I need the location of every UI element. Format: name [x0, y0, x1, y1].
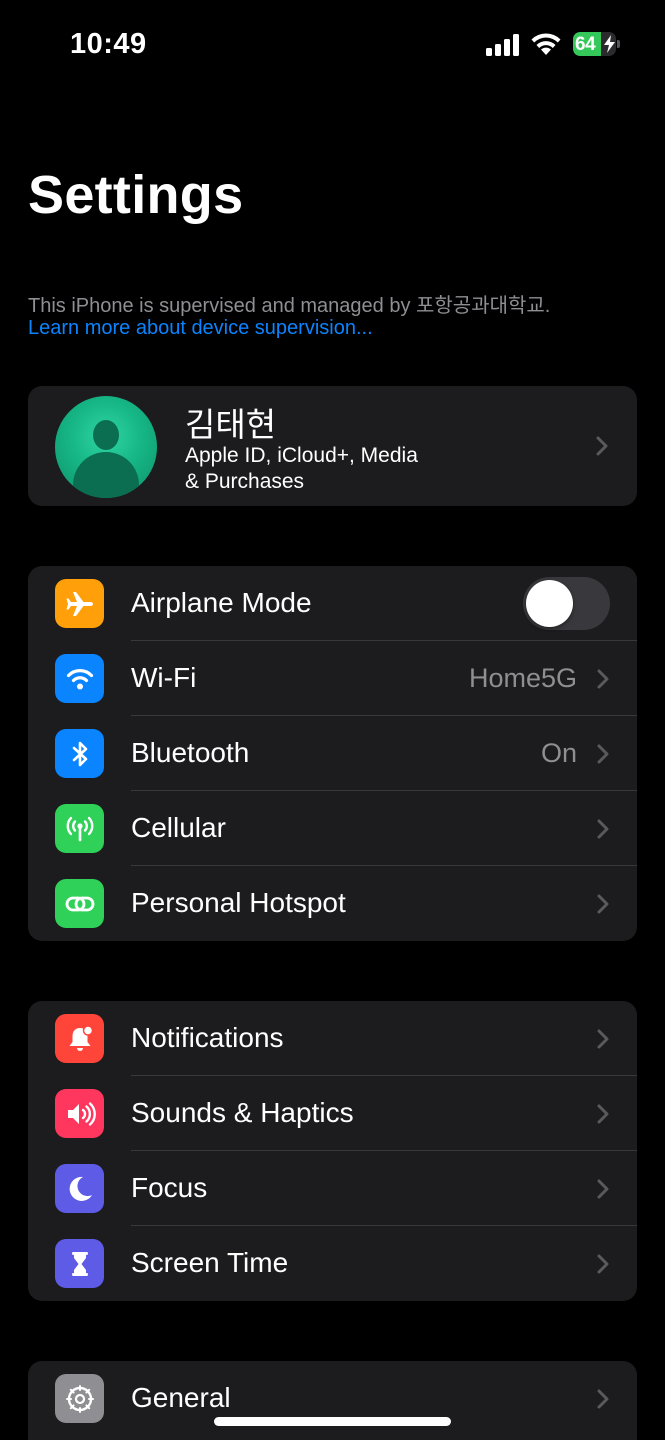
bluetooth-row[interactable]: Bluetooth On — [28, 716, 637, 791]
general-label: General — [131, 1382, 231, 1413]
chevron-right-icon — [597, 1179, 609, 1199]
wifi-icon — [55, 654, 104, 703]
apple-id-profile-row[interactable]: 김태현 Apple ID, iCloud+, Media & Purchases — [28, 386, 637, 506]
airplane-mode-label: Airplane Mode — [131, 587, 312, 618]
screen-time-row[interactable]: Screen Time — [28, 1226, 637, 1301]
battery-level: 64 — [575, 34, 596, 55]
sounds-haptics-label: Sounds & Haptics — [131, 1097, 354, 1128]
notifications-label: Notifications — [131, 1022, 284, 1053]
chevron-right-icon — [597, 1029, 609, 1049]
airplane-mode-toggle[interactable] — [523, 577, 610, 630]
wifi-row[interactable]: Wi-Fi Home5G — [28, 641, 637, 716]
charging-bolt-icon — [604, 35, 615, 53]
personal-hotspot-label: Personal Hotspot — [131, 887, 346, 918]
chevron-right-icon — [596, 436, 608, 456]
personal-hotspot-row[interactable]: Personal Hotspot — [28, 866, 637, 941]
focus-row[interactable]: Focus — [28, 1151, 637, 1226]
airplane-icon — [55, 579, 104, 628]
airplane-mode-row: Airplane Mode — [28, 566, 637, 641]
cellular-label: Cellular — [131, 812, 226, 843]
sounds-haptics-row[interactable]: Sounds & Haptics — [28, 1076, 637, 1151]
bluetooth-icon — [55, 729, 104, 778]
chevron-right-icon — [597, 744, 609, 764]
focus-label: Focus — [131, 1172, 208, 1203]
connectivity-group: Airplane Mode Wi-Fi Home5G Bluetooth On — [28, 566, 637, 941]
profile-subtitle: Apple ID, iCloud+, Media & Purchases — [185, 443, 475, 495]
cellular-row[interactable]: Cellular — [28, 791, 637, 866]
profile-subtitle-line1: Apple ID, iCloud+, Media — [185, 444, 418, 467]
wifi-network-value: Home5G — [468, 663, 577, 693]
notifications-row[interactable]: Notifications — [28, 1001, 637, 1076]
status-bar: 10:49 64 — [0, 0, 665, 90]
wifi-label: Wi-Fi — [131, 662, 197, 693]
supervision-notice: This iPhone is supervised and managed by… — [28, 295, 551, 317]
speaker-icon — [55, 1089, 104, 1138]
bluetooth-status-value: On — [540, 738, 577, 768]
chevron-right-icon — [597, 1104, 609, 1124]
status-time: 10:49 — [70, 28, 147, 60]
notifications-group: Notifications Sounds & Haptics Focus Scr… — [28, 1001, 637, 1301]
battery-icon: 64 — [573, 32, 621, 56]
profile-name: 김태현 — [185, 406, 277, 443]
cellular-signal-icon — [486, 34, 519, 56]
home-indicator[interactable] — [214, 1417, 451, 1426]
bell-icon — [55, 1014, 104, 1063]
system-group: General — [28, 1361, 637, 1440]
antenna-icon — [55, 804, 104, 853]
moon-icon — [55, 1164, 104, 1213]
chevron-right-icon — [597, 819, 609, 839]
bluetooth-label: Bluetooth — [131, 737, 250, 768]
chevron-right-icon — [597, 1254, 609, 1274]
wifi-status-icon — [531, 33, 561, 55]
chevron-right-icon — [597, 1389, 609, 1409]
avatar — [55, 396, 157, 498]
page-title: Settings — [28, 165, 244, 225]
hourglass-icon — [55, 1239, 104, 1288]
link-icon — [55, 879, 104, 928]
chevron-right-icon — [597, 669, 609, 689]
gear-icon — [55, 1374, 104, 1423]
chevron-right-icon — [597, 894, 609, 914]
screen-time-label: Screen Time — [131, 1247, 289, 1278]
supervision-learn-more-link[interactable]: Learn more about device supervision... — [28, 317, 373, 340]
profile-subtitle-line2: & Purchases — [185, 470, 305, 493]
